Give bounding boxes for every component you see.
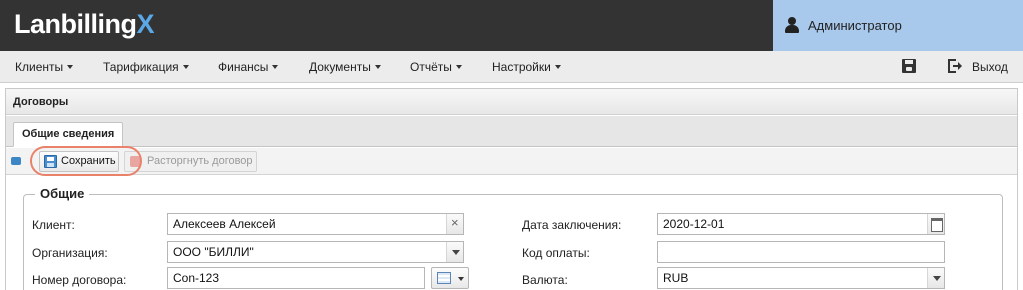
floppy-disk-icon[interactable] <box>902 59 916 73</box>
client-value: Алексеев Алексей <box>173 217 276 231</box>
app-logo: LanbillingX <box>14 9 155 40</box>
date-value: 2020-12-01 <box>663 217 725 231</box>
client-label: Клиент: <box>32 218 75 232</box>
save-button[interactable]: Сохранить <box>39 151 119 172</box>
logo-accent: X <box>136 9 155 39</box>
contract-number-value: Con-123 <box>173 271 220 285</box>
chevron-down-icon <box>455 64 462 69</box>
menu-reports-label: Отчёты <box>410 60 452 74</box>
main-menu: Клиенты Тарификация Финансы Документы От… <box>0 51 1023 83</box>
currency-select[interactable]: RUB <box>657 267 945 289</box>
client-field[interactable]: Алексеев Алексей <box>167 213 464 235</box>
chevron-down-icon[interactable] <box>446 242 463 262</box>
terminate-button-label: Расторгнуть договор <box>147 155 253 167</box>
date-label: Дата заключения: <box>522 218 622 232</box>
chevron-down-icon <box>554 64 561 69</box>
tab-strip: Общие сведения <box>6 116 1017 147</box>
user-icon <box>785 17 799 33</box>
menu-tariffs-label: Тарификация <box>103 60 179 74</box>
menu-tariffs[interactable]: Тарификация <box>103 60 189 74</box>
panel-title: Договоры <box>13 96 69 108</box>
organization-label: Организация: <box>32 246 108 260</box>
date-field[interactable]: 2020-12-01 <box>657 213 945 235</box>
tab-general-info[interactable]: Общие сведения <box>13 122 124 147</box>
clear-icon[interactable] <box>446 213 463 234</box>
menu-settings[interactable]: Настройки <box>492 60 561 74</box>
chevron-down-icon <box>67 64 74 69</box>
chevron-down-icon <box>374 64 381 69</box>
panel-header: Договоры <box>6 89 1017 115</box>
currency-value: RUB <box>663 271 689 285</box>
menu-clients[interactable]: Клиенты <box>15 60 74 74</box>
user-name: Администратор <box>808 18 902 33</box>
menu-reports[interactable]: Отчёты <box>410 60 462 74</box>
contracts-panel: Договоры Общие сведения Сохранить Растор… <box>5 88 1018 290</box>
menu-settings-label: Настройки <box>492 60 551 74</box>
contract-number-input[interactable]: Con-123 <box>167 267 425 289</box>
menu-clients-label: Клиенты <box>15 60 64 74</box>
toolbar: Сохранить Расторгнуть договор <box>6 148 1017 175</box>
save-icon <box>44 155 57 168</box>
menu-finance-label: Финансы <box>218 60 269 74</box>
currency-label: Валюта: <box>522 273 568 287</box>
menu-finance[interactable]: Финансы <box>218 60 279 74</box>
fieldset-legend: Общие <box>35 186 90 201</box>
terminate-contract-button[interactable]: Расторгнуть договор <box>124 151 257 172</box>
logout-icon[interactable] <box>948 59 962 73</box>
menu-documents-label: Документы <box>309 60 371 74</box>
logout-button[interactable]: Выход <box>972 60 1008 74</box>
chevron-down-icon <box>182 64 189 69</box>
number-template-button[interactable] <box>431 267 469 289</box>
terminate-icon <box>130 156 141 167</box>
payment-code-input[interactable] <box>657 241 945 263</box>
organization-select[interactable]: ООО "БИЛЛИ" <box>167 241 464 263</box>
back-icon[interactable] <box>11 157 21 165</box>
user-menu[interactable]: Администратор <box>773 0 1023 51</box>
payment-code-label: Код оплаты: <box>522 246 590 260</box>
chevron-down-icon[interactable] <box>927 268 944 288</box>
save-button-label: Сохранить <box>61 155 116 167</box>
calendar-icon[interactable] <box>927 214 944 234</box>
table-icon <box>437 272 451 284</box>
logo-text: Lanbilling <box>14 9 137 39</box>
organization-value: ООО "БИЛЛИ" <box>173 245 254 259</box>
contract-number-label: Номер договора: <box>32 273 127 287</box>
top-bar: LanbillingX Администратор <box>0 0 1023 51</box>
menu-documents[interactable]: Документы <box>309 60 381 74</box>
chevron-down-icon <box>458 277 464 281</box>
chevron-down-icon <box>272 64 279 69</box>
